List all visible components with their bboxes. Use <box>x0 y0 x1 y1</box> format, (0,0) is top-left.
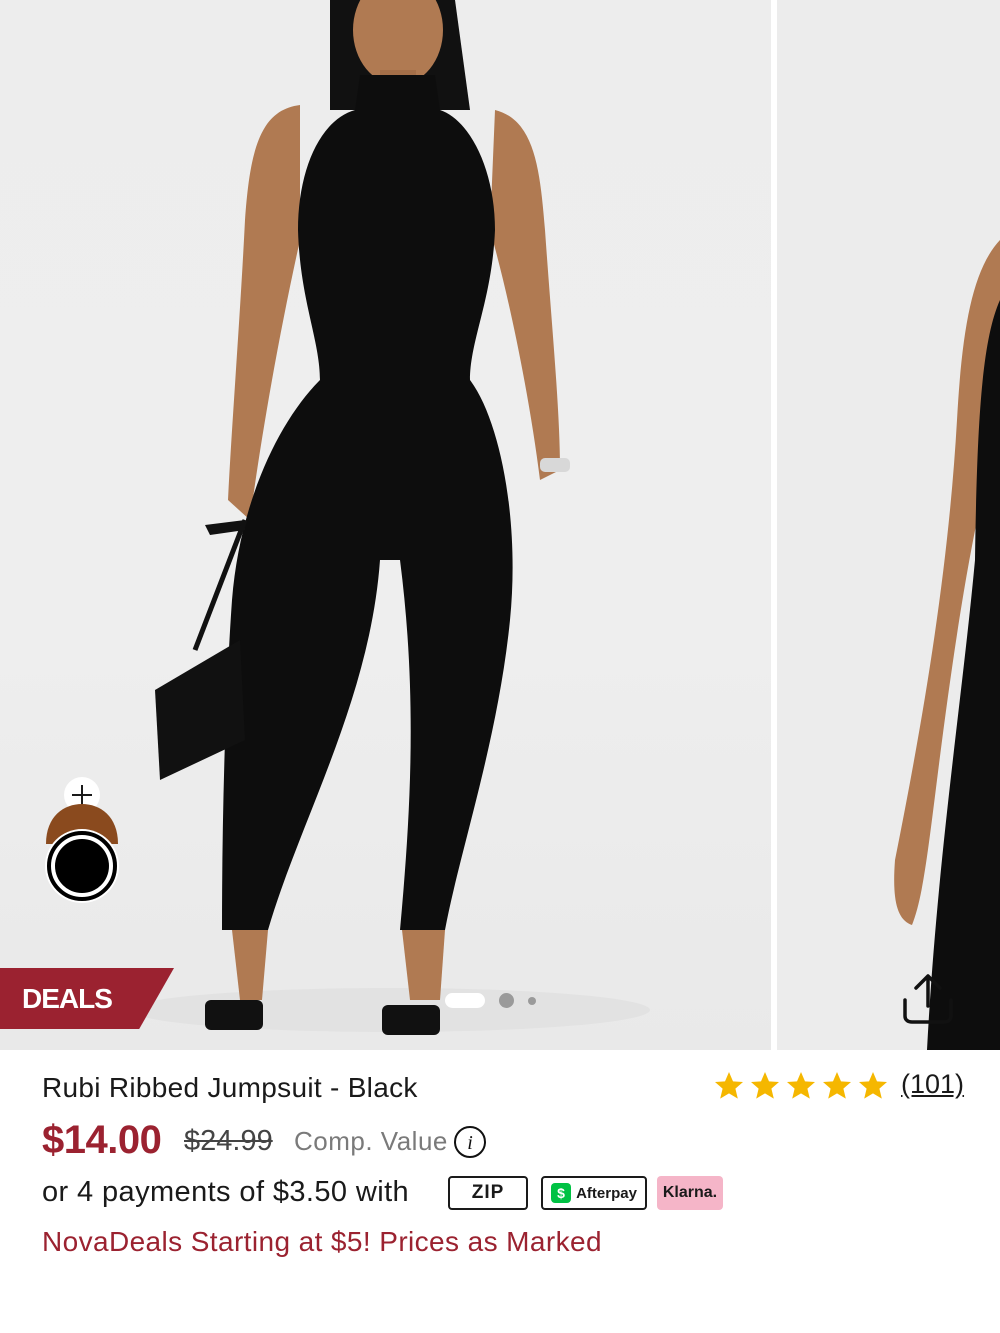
zip-logo: ZIP <box>471 1182 505 1203</box>
star-icon <box>787 1072 815 1099</box>
carousel-dot-active[interactable] <box>445 993 485 1008</box>
share-button[interactable] <box>900 970 956 1026</box>
star-icon <box>859 1072 887 1099</box>
model-photo-next <box>894 240 1000 1050</box>
afterpay-button[interactable]: $ Afterpay <box>541 1176 647 1210</box>
info-icon[interactable]: i <box>453 1125 487 1159</box>
star-icon <box>823 1072 851 1099</box>
star-icon <box>715 1072 743 1099</box>
star-rating[interactable] <box>712 1070 890 1102</box>
product-image-next[interactable] <box>777 0 1000 1050</box>
svg-text:i: i <box>467 1132 473 1154</box>
klarna-label: Klarna. <box>662 1184 718 1201</box>
sale-price: $14.00 <box>42 1118 162 1162</box>
star-icon <box>751 1072 779 1099</box>
klarna-button[interactable]: Klarna. <box>657 1176 723 1210</box>
afterpay-icon: $ <box>551 1183 572 1203</box>
color-swatch-selector[interactable] <box>44 776 122 906</box>
carousel-dot[interactable] <box>528 996 536 1005</box>
review-count-link[interactable]: (101) <box>901 1069 964 1100</box>
carousel-pagination[interactable] <box>445 993 536 1008</box>
installments-text: or 4 payments of $3.50 with <box>42 1176 410 1208</box>
product-image-gallery[interactable]: DEALS <box>0 0 1000 1050</box>
product-title: Rubi Ribbed Jumpsuit - Black <box>42 1072 418 1103</box>
original-price: $24.99 <box>184 1125 273 1157</box>
zip-pay-button[interactable]: ZIP <box>448 1176 528 1210</box>
carousel-dot[interactable] <box>499 993 514 1008</box>
share-upload-icon <box>903 974 953 1024</box>
comp-value-label: Comp. Value <box>294 1126 448 1156</box>
afterpay-label: Afterpay <box>576 1184 637 1202</box>
promo-link[interactable]: NovaDeals Starting at $5! Prices as Mark… <box>42 1226 602 1258</box>
